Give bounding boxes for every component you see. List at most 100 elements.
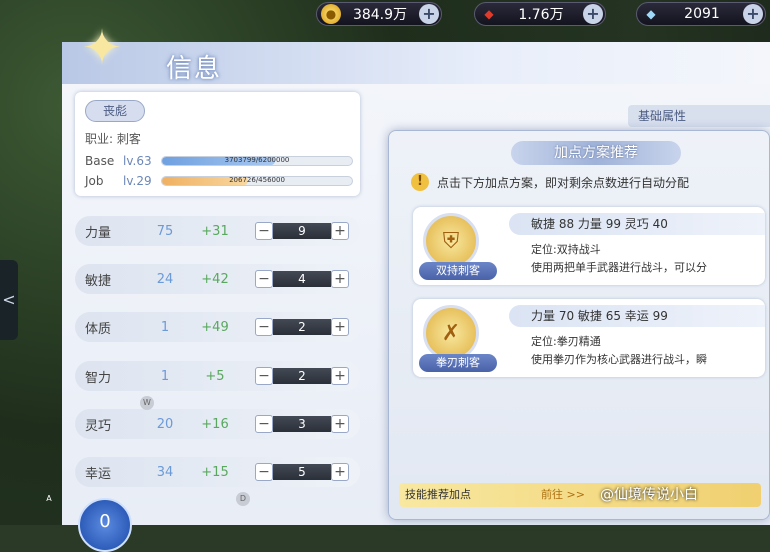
stat-name: 力量	[85, 225, 112, 241]
stat-row: 敏捷 24 +42 −4 +	[75, 264, 360, 294]
stat-base: 34	[156, 464, 174, 480]
marker-d: D	[236, 492, 250, 506]
job-level-label: Job	[85, 174, 104, 188]
points-value: 2	[273, 368, 331, 384]
stat-stepper: −2 +	[255, 318, 349, 336]
stat-base: 75	[156, 223, 174, 239]
stat-row: 智力 1 +5 −2 +	[75, 361, 360, 391]
stat-bonus: +5	[205, 368, 225, 384]
points-value: 4	[273, 271, 331, 287]
diamond-resource: ◆ 2091 +	[636, 2, 766, 26]
base-level-row: Base lv.63 3703799/6200000	[85, 154, 353, 168]
points-value: 3	[273, 416, 331, 432]
plan-tag: 双持刺客	[419, 262, 497, 280]
add-gold-button[interactable]: +	[419, 4, 439, 24]
hint-text: 点击下方加点方案，即对剩余点数进行自动分配	[437, 175, 690, 190]
plan-description: 使用拳刃作为核心武器进行战斗，瞬	[531, 353, 707, 366]
footer-text: 技能推荐加点	[405, 488, 471, 501]
katar-icon: ✗	[423, 305, 479, 361]
job-exp-bar: 206726/456000	[161, 176, 353, 186]
stat-stepper: −3 +	[255, 415, 349, 433]
stat-name: 敏捷	[85, 273, 112, 289]
stat-base: 20	[156, 416, 174, 432]
increase-button[interactable]: +	[331, 415, 349, 433]
base-exp-bar: 3703799/6200000	[161, 156, 353, 166]
points-value: 2	[273, 319, 331, 335]
plan-stats: 敏捷 88 力量 99 灵巧 40	[509, 213, 765, 235]
stat-name: 幸运	[85, 466, 112, 482]
job-value: 刺客	[116, 132, 141, 146]
plan-card-dual-wield[interactable]: ⛨ 双持刺客 敏捷 88 力量 99 灵巧 40 定位:双持战斗 使用两把单手武…	[413, 207, 765, 285]
ruby-icon: ◆	[484, 7, 494, 21]
job-level: lv.29	[123, 174, 152, 188]
base-exp-text: 3703799/6200000	[224, 156, 290, 164]
stat-base: 1	[160, 319, 170, 335]
stat-base: 24	[156, 271, 174, 287]
stat-base: 1	[160, 368, 170, 384]
job-label: 职业:	[85, 132, 114, 146]
stat-name: 智力	[85, 370, 112, 386]
plan-description: 使用两把单手武器进行战斗，可以分	[531, 261, 707, 274]
increase-button[interactable]: +	[331, 463, 349, 481]
stat-bonus: +42	[201, 271, 229, 287]
decrease-button[interactable]: −	[255, 367, 273, 385]
points-value: 9	[273, 223, 331, 239]
star-emblem-icon: ✦	[81, 20, 123, 76]
collapse-arrow-icon[interactable]: <	[0, 260, 18, 340]
stat-stepper: −9 +	[255, 222, 349, 240]
stat-row: 力量 75 +31 −9 +	[75, 216, 360, 246]
skill-recommend-bar[interactable]: 技能推荐加点 前往 >>	[399, 483, 761, 507]
add-diamond-button[interactable]: +	[743, 4, 763, 24]
stat-stepper: −5 +	[255, 463, 349, 481]
marker-a: A	[46, 494, 52, 503]
stat-stepper: −2 +	[255, 367, 349, 385]
job-line: 职业: 刺客	[85, 130, 141, 147]
decrease-button[interactable]: −	[255, 222, 273, 240]
character-name: 丧彪	[85, 100, 145, 122]
decrease-button[interactable]: −	[255, 415, 273, 433]
shield-icon: ⛨	[423, 213, 479, 269]
stat-row: 体质 1 +49 −2 +	[75, 312, 360, 342]
add-ruby-button[interactable]: +	[583, 4, 603, 24]
ruby-resource: ◆ 1.76万 +	[474, 2, 606, 26]
decrease-button[interactable]: −	[255, 270, 273, 288]
stat-bonus: +49	[201, 319, 229, 335]
points-value: 5	[273, 464, 331, 480]
plan-card-katar[interactable]: ✗ 拳刃刺客 力量 70 敏捷 65 幸运 99 定位:拳刃精通 使用拳刃作为核…	[413, 299, 765, 377]
increase-button[interactable]: +	[331, 318, 349, 336]
warning-icon: !	[411, 173, 429, 191]
page-title: 信息	[166, 54, 223, 84]
stat-name: 灵巧	[85, 418, 112, 434]
increase-button[interactable]: +	[331, 222, 349, 240]
base-label: Base	[85, 154, 115, 168]
plan-recommend-popup: 加点方案推荐 ! 点击下方加点方案，即对剩余点数进行自动分配 ⛨ 双持刺客 敏捷…	[388, 130, 770, 520]
watermark: @仙境传说小白	[600, 487, 698, 503]
stat-bonus: +31	[201, 223, 229, 239]
plan-position: 定位:双持战斗	[531, 243, 601, 256]
plan-position: 定位:拳刃精通	[531, 335, 601, 348]
job-exp-text: 206726/456000	[229, 176, 285, 184]
gold-resource: ● 384.9万 +	[316, 2, 442, 26]
diamond-icon: ◆	[646, 7, 656, 21]
popup-hint: ! 点击下方加点方案，即对剩余点数进行自动分配	[411, 173, 689, 191]
stat-stepper: −4 +	[255, 270, 349, 288]
decrease-button[interactable]: −	[255, 463, 273, 481]
tab-basic-attributes[interactable]: 基础属性	[628, 105, 770, 127]
decrease-button[interactable]: −	[255, 318, 273, 336]
gold-value: 384.9万	[352, 7, 408, 23]
plan-tag: 拳刃刺客	[419, 354, 497, 372]
ruby-value: 1.76万	[518, 7, 564, 23]
stat-bonus: +15	[201, 464, 229, 480]
character-info-card: 丧彪 职业: 刺客 Base lv.63 3703799/6200000 Job…	[75, 92, 360, 196]
marker-w: W	[140, 396, 154, 410]
gold-coin-icon: ●	[321, 4, 341, 24]
stat-name: 体质	[85, 321, 112, 337]
diamond-value: 2091	[684, 6, 720, 22]
increase-button[interactable]: +	[331, 367, 349, 385]
plan-stats: 力量 70 敏捷 65 幸运 99	[509, 305, 765, 327]
go-button[interactable]: 前往 >>	[541, 483, 585, 507]
popup-title: 加点方案推荐	[511, 141, 681, 165]
job-level-row: Job lv.29 206726/456000	[85, 174, 353, 188]
skill-button[interactable]: 0	[78, 498, 132, 552]
increase-button[interactable]: +	[331, 270, 349, 288]
